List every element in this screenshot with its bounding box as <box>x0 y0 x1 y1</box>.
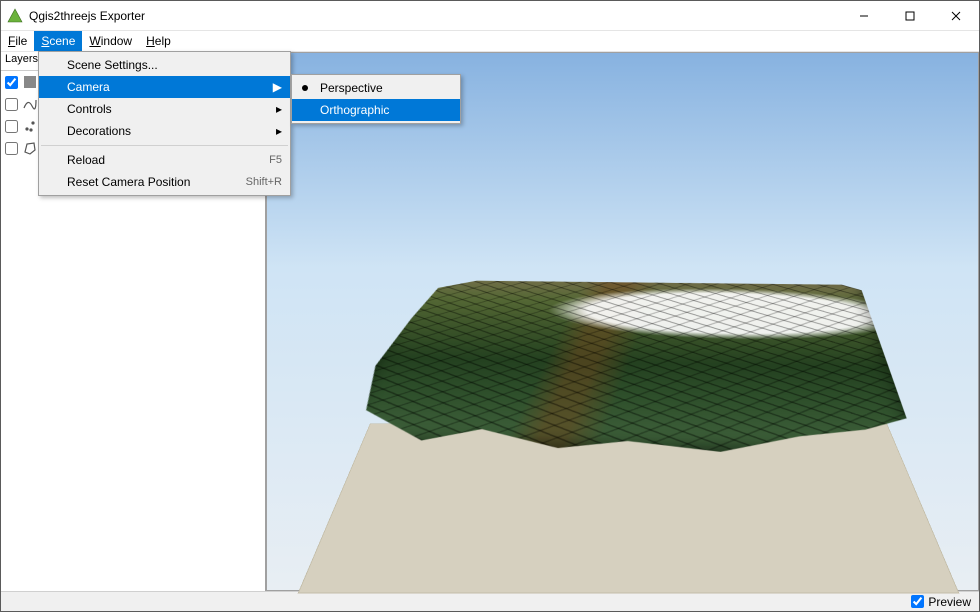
camera-submenu: Perspective Orthographic <box>291 74 461 124</box>
layer-checkbox[interactable] <box>5 76 18 89</box>
maximize-button[interactable] <box>887 1 933 31</box>
menu-controls[interactable]: Controls ▸ <box>39 98 290 120</box>
submenu-arrow-icon: ▸ <box>276 124 282 138</box>
layer-checkbox[interactable] <box>5 98 18 111</box>
point-layer-icon <box>22 118 38 134</box>
line-layer-icon <box>22 96 38 112</box>
menu-scene-settings[interactable]: Scene Settings... <box>39 54 290 76</box>
polygon-layer-icon <box>22 140 38 156</box>
menu-camera[interactable]: Camera ▶ <box>39 76 290 98</box>
menu-decorations[interactable]: Decorations ▸ <box>39 120 290 142</box>
scene-dropdown: Scene Settings... Camera ▶ Controls ▸ De… <box>38 51 291 196</box>
layer-checkbox[interactable] <box>5 142 18 155</box>
submenu-arrow-icon: ▶ <box>273 80 282 94</box>
terrain-wrap <box>287 203 970 510</box>
dem-layer-icon <box>22 74 38 90</box>
preview-label: Preview <box>928 595 971 609</box>
submenu-arrow-icon: ▸ <box>276 102 282 116</box>
terrain-surface <box>340 277 920 457</box>
camera-perspective[interactable]: Perspective <box>292 77 460 99</box>
menu-window[interactable]: Window <box>82 31 139 51</box>
window-buttons <box>841 1 979 31</box>
menubar: File Scene Window Help <box>1 31 979 52</box>
minimize-button[interactable] <box>841 1 887 31</box>
menu-reset-camera[interactable]: Reset Camera Position Shift+R <box>39 171 290 193</box>
checked-dot-icon <box>302 85 308 91</box>
preview-checkbox[interactable] <box>911 595 924 608</box>
close-button[interactable] <box>933 1 979 31</box>
viewport-3d[interactable] <box>266 52 979 591</box>
camera-orthographic[interactable]: Orthographic <box>292 99 460 121</box>
layer-checkbox[interactable] <box>5 120 18 133</box>
menu-separator <box>41 145 288 146</box>
window-title: Qgis2threejs Exporter <box>29 9 841 23</box>
menu-reload[interactable]: Reload F5 <box>39 149 290 171</box>
menu-file[interactable]: File <box>1 31 34 51</box>
app-icon <box>7 8 23 24</box>
ground-plane <box>298 423 960 593</box>
statusbar: Preview <box>1 591 979 611</box>
titlebar: Qgis2threejs Exporter <box>1 1 979 31</box>
menu-help[interactable]: Help <box>139 31 178 51</box>
menu-scene[interactable]: Scene <box>34 31 82 51</box>
